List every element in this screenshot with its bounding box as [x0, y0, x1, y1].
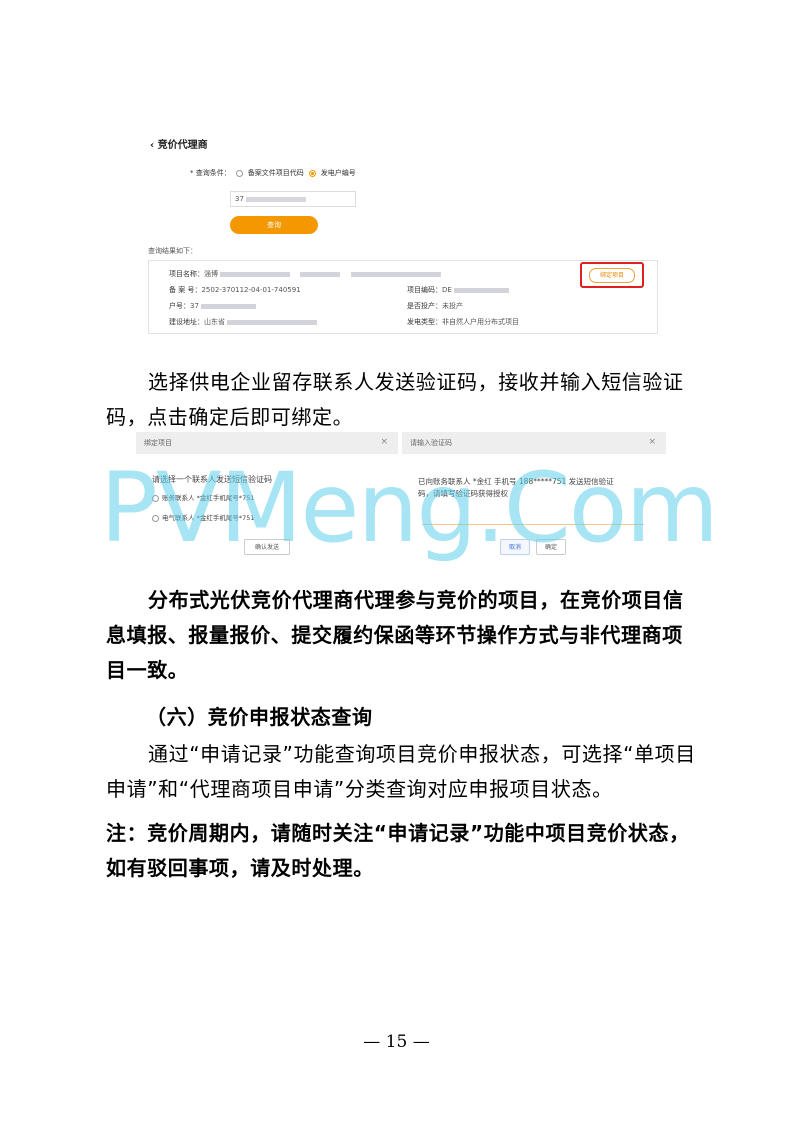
filing-label: 备 案 号：: [169, 286, 202, 294]
redaction-blur: [350, 271, 441, 277]
redaction-blur: [227, 319, 318, 325]
account-value: 37: [190, 302, 199, 310]
operation-label: 是否投产：: [407, 302, 442, 310]
result-label: 查询结果如下：: [148, 247, 197, 255]
close-icon[interactable]: ×: [648, 432, 656, 452]
dialog-title: 绑定项目: [144, 439, 172, 447]
paragraph-bind-instructions: 选择供电企业留存联系人发送验证码，接收并输入短信验证码，点击确定后即可绑定。: [106, 365, 696, 435]
dialog-header: 绑定项目 ×: [136, 432, 398, 454]
redaction-blur: [300, 271, 341, 277]
page-number: — 15 —: [363, 1032, 430, 1052]
paragraph-text: 通过“申请记录”功能查询项目竞价申报状态，可选择“单项目申请”和“代理商项目申请…: [106, 742, 696, 801]
code-label: 项目编码：: [407, 286, 442, 294]
dialog-title: 请输入验证码: [410, 439, 452, 447]
operation-row: 是否投产：未投产: [407, 301, 463, 311]
paragraph-text: 注：竞价周期内，请随时关注“申请记录”功能中项目竞价状态，如有驳回事项，请及时处…: [106, 821, 690, 880]
code-value: DE: [442, 286, 452, 294]
query-input-value: 37: [235, 195, 244, 203]
redaction-blur: [245, 196, 306, 202]
account-label: 户号：: [169, 302, 190, 310]
close-icon[interactable]: ×: [380, 432, 388, 452]
code-row: 项目编码：DE: [407, 285, 510, 295]
query-button[interactable]: 查询: [230, 216, 318, 234]
project-name-value: 淄博: [204, 270, 218, 278]
address-label: 建设地址：: [169, 318, 204, 326]
project-name-row: 项目名称：淄博: [169, 269, 441, 279]
project-name-label: 项目名称：: [169, 270, 204, 278]
dialog-header: 请输入验证码 ×: [402, 432, 666, 454]
query-input[interactable]: 37: [230, 191, 356, 207]
agent-query-screenshot: ‹ 竞价代理商 * 查询条件： 备案文件项目代码 发电户编号 37 查询 查询结…: [140, 128, 662, 338]
operation-value: 未投产: [442, 302, 463, 310]
redaction-blur: [201, 303, 257, 309]
gen-type-row: 发电类型：非自然人户用分布式项目: [407, 317, 519, 327]
redaction-blur: [220, 271, 291, 277]
account-row: 户号：37: [169, 301, 257, 311]
back-title[interactable]: ‹ 竞价代理商: [150, 136, 208, 151]
heading-text: （六）竞价申报状态查询: [146, 705, 373, 729]
option-filing-code-label: 备案文件项目代码: [247, 169, 304, 177]
bind-project-highlight: 绑定项目: [580, 262, 644, 288]
address-row: 建设地址：山东省: [169, 317, 318, 327]
query-condition-row: * 查询条件： 备案文件项目代码 发电户编号: [190, 168, 356, 178]
redaction-blur: [454, 287, 510, 293]
radio-option-account[interactable]: [308, 169, 316, 177]
paragraph-text: 选择供电企业留存联系人发送验证码，接收并输入短信验证码，点击确定后即可绑定。: [106, 370, 684, 429]
option-account-label: 发电户编号: [320, 169, 356, 177]
query-label: * 查询条件：: [190, 169, 231, 177]
paragraph-attention-note: 注：竞价周期内，请随时关注“申请记录”功能中项目竞价状态，如有驳回事项，请及时处…: [106, 816, 696, 886]
watermark: PVMeng.Com: [100, 452, 719, 564]
paragraph-agent-note: 分布式光伏竞价代理商代理参与竞价的项目，在竞价项目信息填报、报量报价、提交履约保…: [106, 583, 696, 688]
gen-type-value: 非自然人户用分布式项目: [442, 318, 519, 326]
paragraph-text: 分布式光伏竞价代理商代理参与竞价的项目，在竞价项目信息填报、报量报价、提交履约保…: [106, 588, 684, 682]
address-value: 山东省: [204, 318, 225, 326]
filing-value: 2502-370112-04-01-740591: [201, 286, 301, 294]
filing-row: 备 案 号：2502-370112-04-01-740591: [169, 285, 301, 295]
gen-type-label: 发电类型：: [407, 318, 442, 326]
paragraph-status-query: 通过“申请记录”功能查询项目竞价申报状态，可选择“单项目申请”和“代理商项目申请…: [106, 737, 696, 807]
radio-option-filing-code[interactable]: [235, 169, 243, 177]
section-heading: （六）竞价申报状态查询: [106, 700, 696, 735]
bind-project-button[interactable]: 绑定项目: [589, 268, 635, 283]
